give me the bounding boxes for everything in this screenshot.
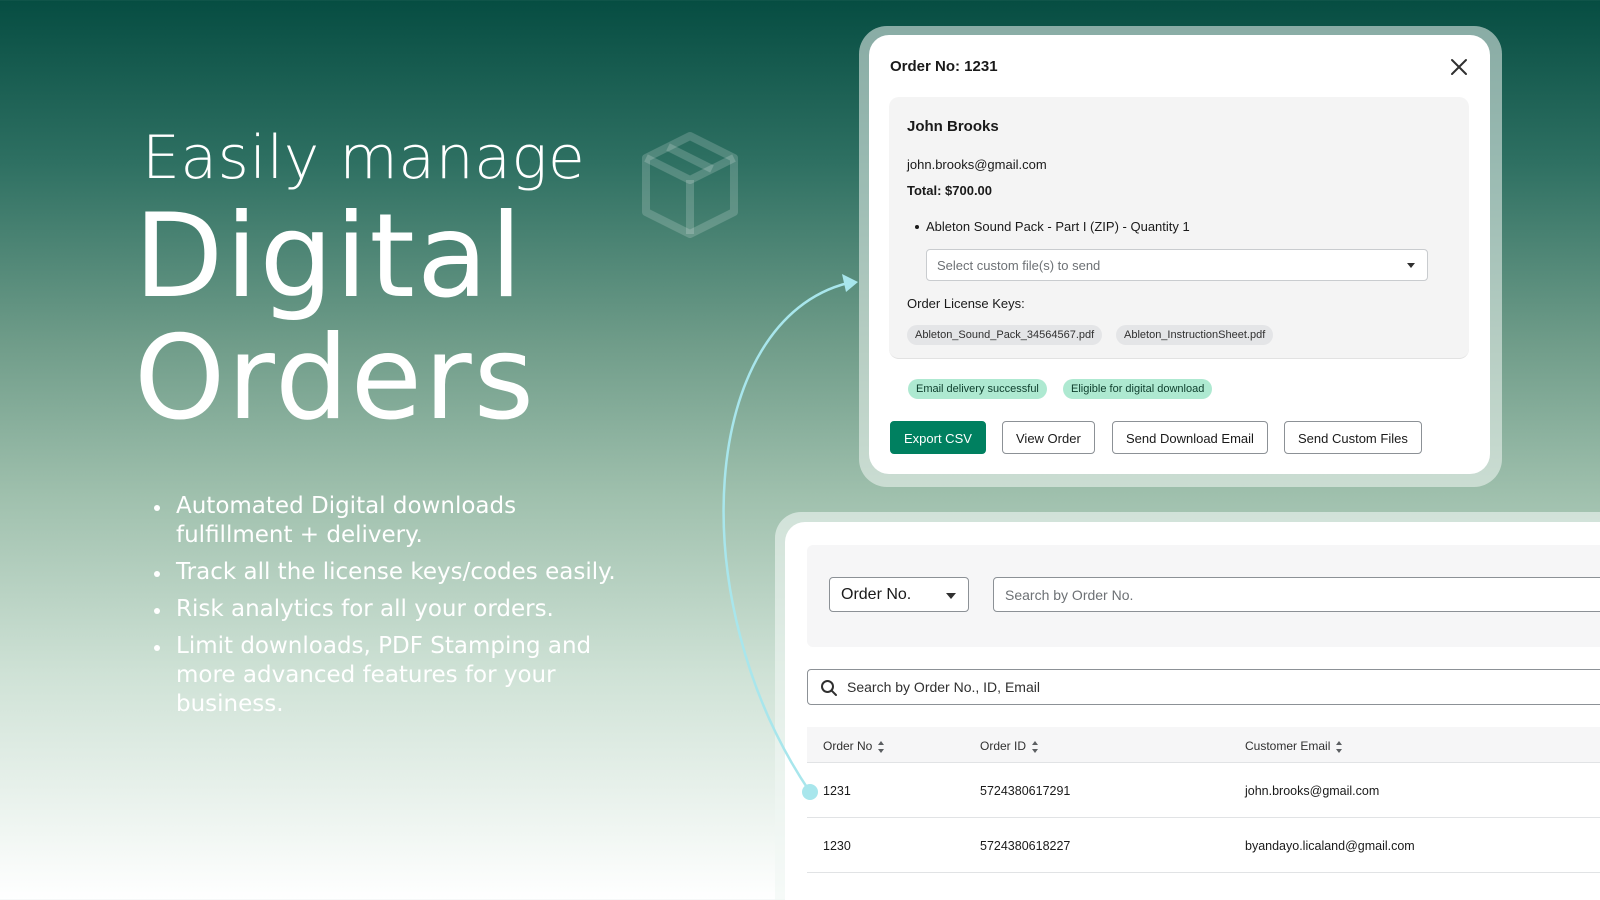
hero-subtitle: Easily manage <box>142 123 586 193</box>
feature-item: Track all the license keys/codes easily. <box>152 558 632 587</box>
order-total: Total: $700.00 <box>907 183 993 198</box>
custom-file-select[interactable]: Select custom file(s) to send <box>926 249 1428 281</box>
order-modal: Order No: 1231 John Brooks john.brooks@g… <box>869 35 1490 474</box>
feature-item: Limit downloads, PDF Stamping and more a… <box>152 632 632 719</box>
column-header-label: Customer Email <box>1245 739 1331 753</box>
table-row[interactable]: 1230 5724380618227 byandayo.licaland@gma… <box>807 818 1600 873</box>
column-header-customer-email[interactable]: Customer Email <box>1245 739 1344 753</box>
sort-icon <box>1032 740 1040 753</box>
license-key-chip[interactable]: Ableton_InstructionSheet.pdf <box>1116 325 1274 345</box>
hero: Easily manage Digital Orders <box>134 120 585 440</box>
view-order-button[interactable]: View Order <box>1002 421 1095 454</box>
column-header-order-no[interactable]: Order No <box>823 739 886 753</box>
license-key-chip[interactable]: Ableton_Sound_Pack_34564567.pdf <box>907 325 1103 345</box>
table-header: Order No Order ID Customer Email <box>807 727 1600 763</box>
export-csv-button[interactable]: Export CSV <box>890 421 986 454</box>
feature-item: Automated Digital downloads fulfillment … <box>152 492 632 550</box>
filter-search-input[interactable]: Search by Order No. <box>993 577 1600 612</box>
orders-panel: Order No. Search by Order No. Search by … <box>785 522 1600 900</box>
license-keys-label: Order License Keys: <box>907 296 1025 311</box>
modal-title: Order No: 1231 <box>890 58 998 75</box>
customer-email: john.brooks@gmail.com <box>907 157 1047 172</box>
orders-table: Order No Order ID Customer Email 1231 57… <box>807 727 1600 873</box>
column-header-label: Order No <box>823 739 873 753</box>
column-header-label: Order ID <box>980 739 1027 753</box>
orders-search-placeholder: Search by Order No., ID, Email <box>847 679 1040 695</box>
line-item: Ableton Sound Pack - Part I (ZIP) - Quan… <box>915 219 1190 234</box>
chevron-down-icon <box>946 593 956 599</box>
filter-field-select[interactable]: Order No. <box>829 577 969 612</box>
feature-list: Automated Digital downloads fulfillment … <box>152 492 632 727</box>
send-custom-files-button[interactable]: Send Custom Files <box>1284 421 1422 454</box>
cell-order-id: 5724380618227 <box>980 839 1071 853</box>
cell-customer-email: byandayo.licaland@gmail.com <box>1245 839 1415 853</box>
filter-field-value: Order No. <box>841 586 912 603</box>
cell-order-no: 1230 <box>823 839 851 853</box>
filter-box: Order No. Search by Order No. <box>807 545 1600 647</box>
order-details-card: John Brooks john.brooks@gmail.com Total:… <box>889 97 1469 359</box>
sort-icon <box>878 740 886 753</box>
orders-search-input[interactable]: Search by Order No., ID, Email <box>807 669 1600 705</box>
customer-name: John Brooks <box>907 118 999 135</box>
cell-order-no: 1231 <box>823 784 851 798</box>
close-icon[interactable] <box>1446 54 1472 80</box>
chevron-down-icon <box>1407 263 1415 268</box>
column-header-order-id[interactable]: Order ID <box>980 739 1040 753</box>
search-icon <box>821 680 837 696</box>
status-badge-email-delivery: Email delivery successful <box>908 379 1047 399</box>
feature-item: Risk analytics for all your orders. <box>152 595 632 624</box>
custom-file-select-placeholder: Select custom file(s) to send <box>937 258 1101 273</box>
table-row[interactable]: 1231 5724380617291 john.brooks@gmail.com <box>807 763 1600 818</box>
hero-title-line1: Digital <box>134 189 525 324</box>
status-badge-eligible: Eligible for digital download <box>1063 379 1213 399</box>
cell-order-id: 5724380617291 <box>980 784 1071 798</box>
hero-title-line2: Orders <box>134 311 537 446</box>
sort-icon <box>1336 740 1344 753</box>
filter-search-placeholder: Search by Order No. <box>1005 587 1134 603</box>
box-icon <box>642 132 738 238</box>
send-download-email-button[interactable]: Send Download Email <box>1112 421 1268 454</box>
cell-customer-email: john.brooks@gmail.com <box>1245 784 1380 798</box>
